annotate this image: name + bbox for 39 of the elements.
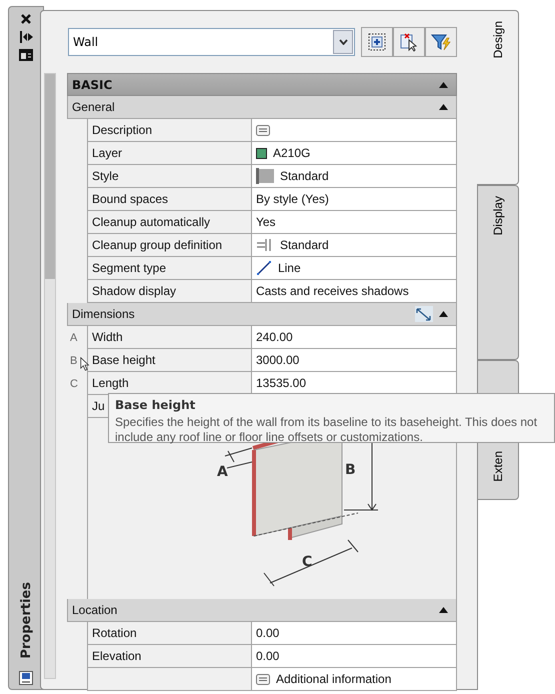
dimension-label: B — [344, 462, 356, 478]
property-value: 3000.00 — [256, 353, 300, 367]
property-value: A210G — [272, 146, 310, 160]
group-title: General — [72, 100, 116, 114]
property-value: Standard — [280, 169, 329, 183]
property-label: Segment type — [86, 257, 251, 280]
property-label: Cleanup group definition — [86, 234, 251, 257]
tooltip-title: Base height — [115, 398, 196, 412]
property-value: 0.00 — [256, 649, 280, 663]
dimension-label: A — [216, 464, 228, 480]
property-label: Bound spaces — [86, 188, 251, 211]
property-label: Layer — [86, 142, 251, 165]
category-title: BASIC — [72, 78, 114, 92]
property-label: Cleanup automatically — [86, 211, 251, 234]
property-value: By style (Yes) — [256, 192, 329, 206]
property-label: Description — [86, 119, 251, 142]
property-value: 240.00 — [256, 330, 293, 344]
property-label: Shadow display — [86, 280, 251, 303]
palette-title: Properties — [18, 582, 34, 659]
property-value: Line — [278, 261, 301, 275]
tooltip-text: Specifies the height of the wall from its baseline to its baseheight. This does not include any roof line or floor line offsets or customizations. — [115, 415, 538, 445]
dimension-label: C — [302, 554, 312, 570]
property-label: Rotation — [86, 622, 251, 645]
property-label: Width — [86, 326, 251, 349]
property-value: 13535.00 — [256, 376, 306, 390]
property-value: Casts and receives shadows — [256, 284, 409, 298]
property-value: Yes — [256, 215, 276, 229]
property-label: Base height — [86, 349, 251, 372]
object-type-value: Wall — [73, 35, 100, 49]
property-value: Standard — [280, 238, 329, 252]
property-value: Additional information — [276, 672, 392, 686]
property-value: 0.00 — [256, 626, 280, 640]
group-title: Dimensions — [72, 307, 136, 321]
row-letter: B — [70, 354, 78, 368]
property-label: Style — [86, 165, 251, 188]
property-label: Elevation — [86, 645, 251, 668]
row-letter: C — [70, 376, 78, 392]
row-letter: A — [70, 330, 78, 346]
group-title: Location — [72, 603, 118, 617]
